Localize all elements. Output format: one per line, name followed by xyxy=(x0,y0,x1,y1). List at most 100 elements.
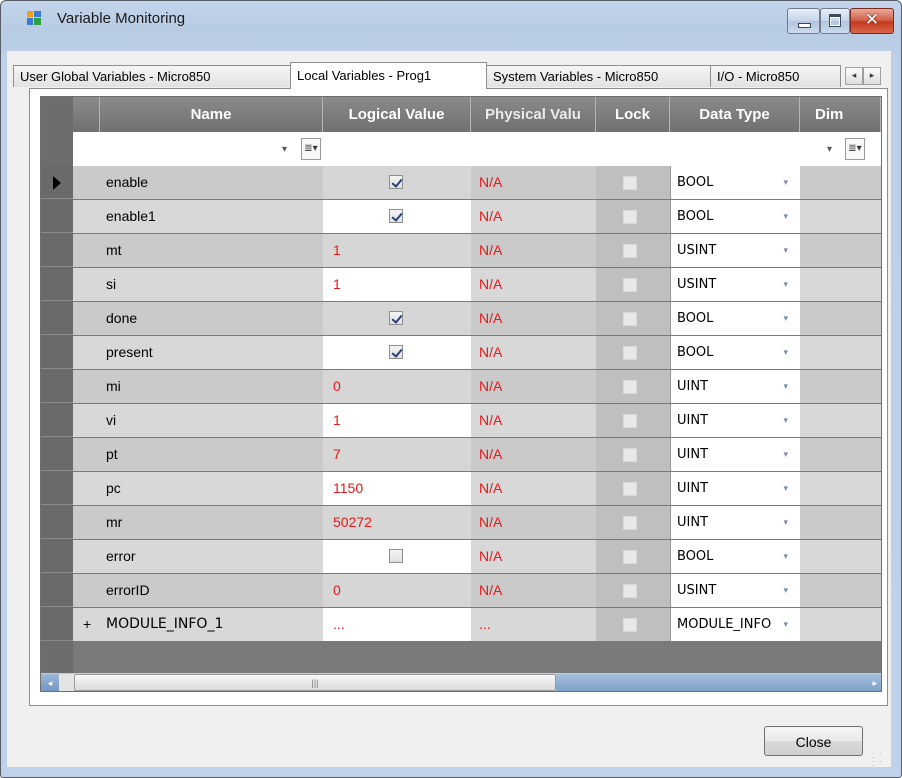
cell-physical-value[interactable]: N/A xyxy=(471,336,596,369)
cell-logical-value[interactable]: 0 xyxy=(323,370,471,403)
tab-scroll-left-icon[interactable]: ◂ xyxy=(845,67,863,85)
cell-logical-value[interactable]: 1 xyxy=(323,268,471,301)
row-selector[interactable] xyxy=(41,404,73,437)
cell-name[interactable]: vi xyxy=(100,404,323,437)
cell-logical-value[interactable] xyxy=(323,540,471,573)
table-row[interactable]: pt 7 N/A UINT ▾ xyxy=(41,438,881,472)
scroll-left-arrow-icon[interactable]: ◂ xyxy=(41,674,59,691)
checked-checkbox[interactable] xyxy=(389,345,403,359)
table-row[interactable]: done N/A BOOL ▾ xyxy=(41,302,881,336)
cell-logical-value[interactable]: ... xyxy=(323,608,471,641)
name-filter-dropdown-icon[interactable]: ▾ xyxy=(282,144,287,155)
expand-icon[interactable]: + xyxy=(83,608,91,641)
dropdown-arrow-icon[interactable]: ▾ xyxy=(783,507,788,539)
cell-name[interactable]: MODULE_INFO_1 xyxy=(100,608,323,641)
cell-data-type[interactable]: UINT ▾ xyxy=(670,370,800,403)
cell-physical-value[interactable]: N/A xyxy=(471,234,596,267)
cell-name[interactable]: error xyxy=(100,540,323,573)
cell-data-type[interactable]: UINT ▾ xyxy=(670,404,800,437)
table-row[interactable]: errorID 0 N/A USINT ▾ xyxy=(41,574,881,608)
row-selector[interactable] xyxy=(41,234,73,267)
tab-user-global-variables[interactable]: User Global Variables - Micro850 xyxy=(13,65,291,87)
cell-data-type[interactable]: BOOL ▾ xyxy=(670,166,800,199)
table-row[interactable]: vi 1 N/A UINT ▾ xyxy=(41,404,881,438)
table-row[interactable]: mi 0 N/A UINT ▾ xyxy=(41,370,881,404)
cell-name[interactable]: pc xyxy=(100,472,323,505)
datatype-filter-icon[interactable]: ≣▾ xyxy=(845,138,865,160)
row-selector[interactable] xyxy=(41,540,73,573)
checked-checkbox[interactable] xyxy=(389,175,403,189)
cell-physical-value[interactable]: N/A xyxy=(471,268,596,301)
cell-logical-value[interactable] xyxy=(323,166,471,199)
row-selector[interactable] xyxy=(41,336,73,369)
tab-system-variables[interactable]: System Variables - Micro850 xyxy=(486,65,711,87)
cell-physical-value[interactable]: N/A xyxy=(471,574,596,607)
cell-name[interactable]: enable1 xyxy=(100,200,323,233)
cell-physical-value[interactable]: N/A xyxy=(471,370,596,403)
scroll-right-arrow-icon[interactable]: ▸ xyxy=(872,674,877,691)
cell-name[interactable]: mr xyxy=(100,506,323,539)
cell-physical-value[interactable]: N/A xyxy=(471,404,596,437)
datatype-filter-dropdown-icon[interactable]: ▾ xyxy=(827,144,832,155)
cell-physical-value[interactable]: N/A xyxy=(471,200,596,233)
cell-name[interactable]: pt xyxy=(100,438,323,471)
cell-data-type[interactable]: UINT ▾ xyxy=(670,472,800,505)
dropdown-arrow-icon[interactable]: ▾ xyxy=(783,405,788,437)
cell-logical-value[interactable]: 1150 xyxy=(323,472,471,505)
cell-name[interactable]: done xyxy=(100,302,323,335)
dropdown-arrow-icon[interactable]: ▾ xyxy=(783,201,788,233)
cell-data-type[interactable]: UINT ▾ xyxy=(670,438,800,471)
table-row[interactable]: si 1 N/A USINT ▾ xyxy=(41,268,881,302)
cell-name[interactable]: enable xyxy=(100,166,323,199)
cell-physical-value[interactable]: N/A xyxy=(471,438,596,471)
table-row[interactable]: enable1 N/A BOOL ▾ xyxy=(41,200,881,234)
dropdown-arrow-icon[interactable]: ▾ xyxy=(783,371,788,403)
maximize-button[interactable] xyxy=(820,8,850,34)
dropdown-arrow-icon[interactable]: ▾ xyxy=(783,473,788,505)
table-row[interactable]: present N/A BOOL ▾ xyxy=(41,336,881,370)
tab-scroll-right-icon[interactable]: ▸ xyxy=(863,67,881,85)
cell-name[interactable]: si xyxy=(100,268,323,301)
table-row[interactable]: mt 1 N/A USINT ▾ xyxy=(41,234,881,268)
cell-logical-value[interactable]: 1 xyxy=(323,234,471,267)
row-selector[interactable] xyxy=(41,438,73,471)
cell-name[interactable]: present xyxy=(100,336,323,369)
table-row[interactable]: error N/A BOOL ▾ xyxy=(41,540,881,574)
cell-logical-value[interactable]: 1 xyxy=(323,404,471,437)
row-selector[interactable] xyxy=(41,302,73,335)
row-selector[interactable] xyxy=(41,506,73,539)
column-header-logical-value[interactable]: Logical Value xyxy=(323,97,471,132)
cell-name[interactable]: mt xyxy=(100,234,323,267)
horizontal-scrollbar[interactable]: ◂ ||| ▸ xyxy=(41,673,881,691)
column-header-dim[interactable]: Dim xyxy=(800,97,881,132)
cell-data-type[interactable]: USINT ▾ xyxy=(670,234,800,267)
row-selector[interactable] xyxy=(41,166,73,199)
minimize-button[interactable] xyxy=(787,8,820,34)
cell-data-type[interactable]: BOOL ▾ xyxy=(670,200,800,233)
column-header-lock[interactable]: Lock xyxy=(596,97,670,132)
cell-data-type[interactable]: USINT ▾ xyxy=(670,574,800,607)
cell-data-type[interactable]: USINT ▾ xyxy=(670,268,800,301)
cell-physical-value[interactable]: ... xyxy=(471,608,596,641)
cell-logical-value[interactable] xyxy=(323,336,471,369)
row-selector[interactable] xyxy=(41,574,73,607)
tab-local-variables[interactable]: Local Variables - Prog1 xyxy=(290,62,487,89)
resize-grip-icon[interactable]: · · · · · · xyxy=(872,750,884,770)
cell-logical-value[interactable]: 7 xyxy=(323,438,471,471)
column-header-physical-value[interactable]: Physical Valu xyxy=(471,97,596,132)
cell-physical-value[interactable]: N/A xyxy=(471,540,596,573)
scrollbar-thumb[interactable]: ||| xyxy=(74,674,556,691)
checked-checkbox[interactable] xyxy=(389,209,403,223)
table-row[interactable]: pc 1150 N/A UINT ▾ xyxy=(41,472,881,506)
dropdown-arrow-icon[interactable]: ▾ xyxy=(783,235,788,267)
cell-data-type[interactable]: BOOL ▾ xyxy=(670,302,800,335)
close-button[interactable]: Close xyxy=(764,726,863,756)
cell-logical-value[interactable] xyxy=(323,200,471,233)
cell-physical-value[interactable]: N/A xyxy=(471,506,596,539)
dropdown-arrow-icon[interactable]: ▾ xyxy=(783,303,788,335)
cell-physical-value[interactable]: N/A xyxy=(471,302,596,335)
title-bar[interactable]: Variable Monitoring ✕ xyxy=(1,1,901,34)
cell-name[interactable]: errorID xyxy=(100,574,323,607)
name-filter-icon[interactable]: ≣▾ xyxy=(301,138,321,160)
row-selector[interactable] xyxy=(41,370,73,403)
